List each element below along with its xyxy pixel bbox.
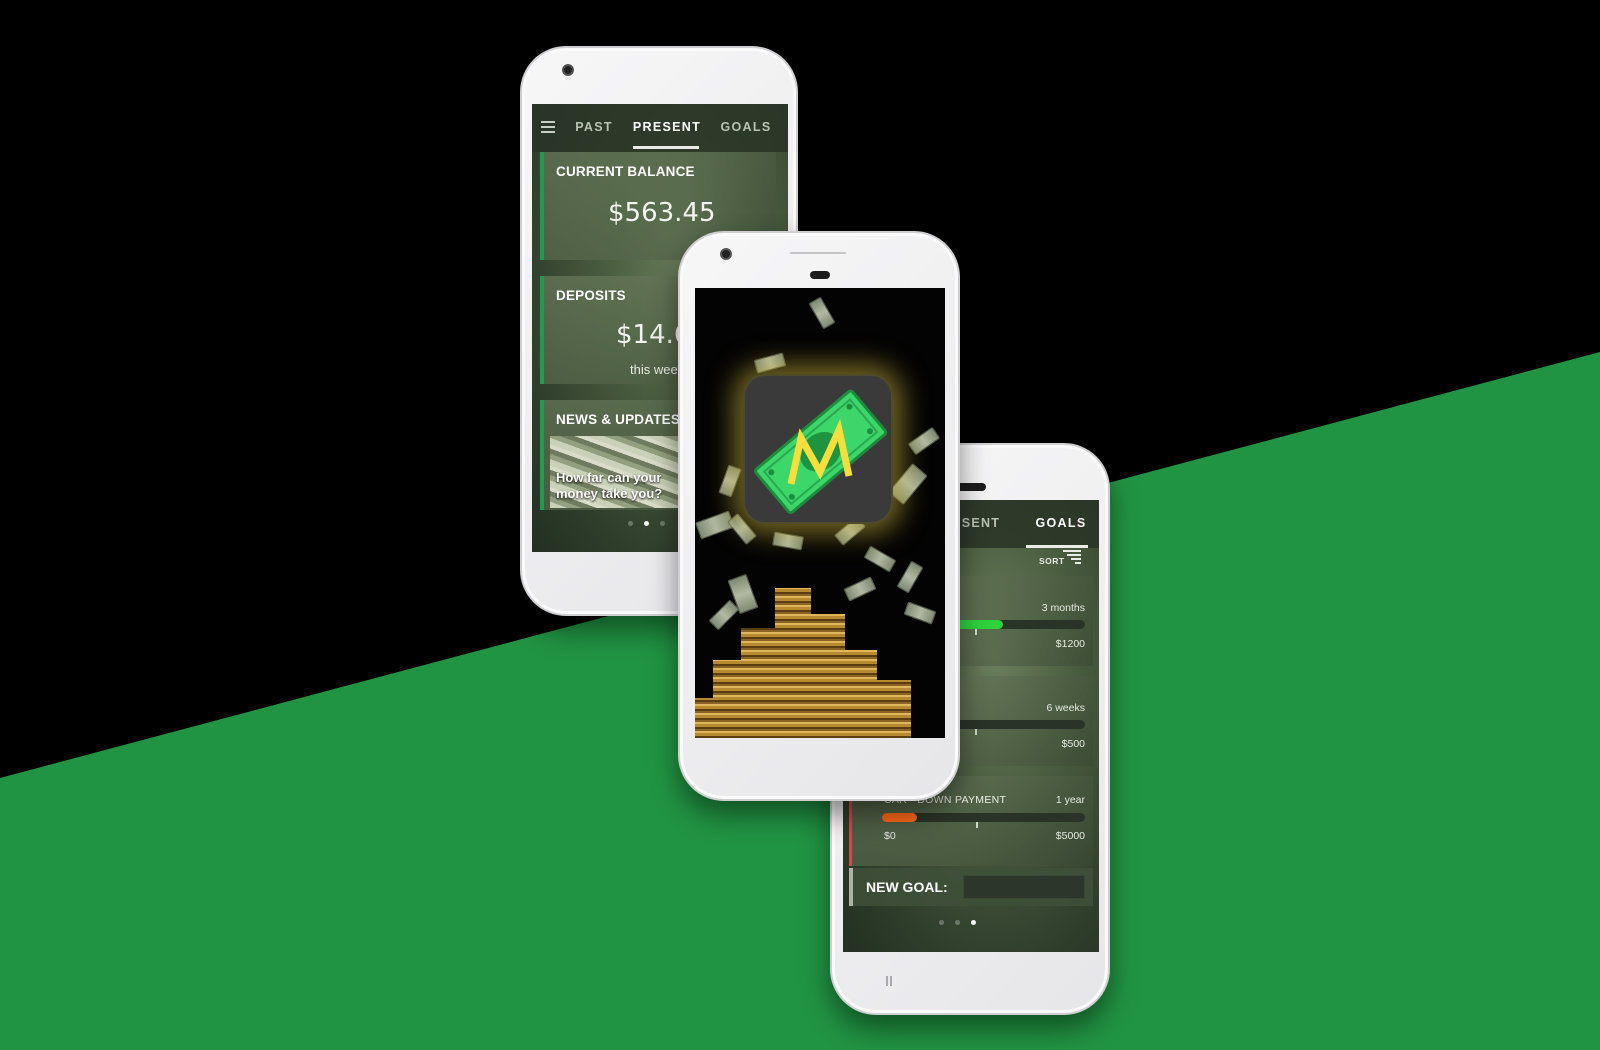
news-caption-line-2: money take you? (556, 486, 663, 501)
page-dot-active (971, 920, 976, 925)
tab-goals[interactable]: GOALS (718, 120, 774, 134)
goal-min-amount: $0 (884, 830, 896, 842)
sort-label[interactable]: SORT (1039, 556, 1065, 566)
phone-splash (678, 231, 960, 801)
page-dot (955, 920, 960, 925)
goal-timeframe: 1 year (1055, 794, 1085, 806)
new-goal-label: NEW GOAL: (866, 879, 948, 895)
goal-timeframe: 6 weeks (1046, 702, 1085, 714)
goal-midpoint-tick (976, 822, 978, 828)
bottom-sensor-icon (886, 976, 892, 986)
tab-bar: PAST PRESENT GOALS (532, 104, 788, 152)
current-balance-value: $563.45 (608, 198, 716, 228)
page-indicator (939, 920, 976, 925)
deposits-period: this wee (630, 362, 678, 377)
front-camera (720, 248, 732, 260)
news-article-caption: How far can your money take you? (556, 470, 662, 502)
tab-present[interactable]: PRESENT (630, 120, 704, 134)
active-tab-indicator (633, 146, 699, 149)
goal-target-amount: $5000 (1055, 830, 1085, 842)
page-dot (660, 521, 665, 526)
money-bill-logo-icon (754, 389, 888, 514)
hamburger-menu-icon[interactable] (541, 121, 555, 133)
goal-progress-fill (882, 813, 917, 822)
page-dot (628, 521, 633, 526)
news-caption-line-1: How far can your (556, 470, 662, 485)
front-camera (562, 64, 574, 76)
coin-stack (871, 680, 911, 738)
speaker-grille (790, 252, 846, 254)
sort-icon[interactable] (1063, 550, 1081, 564)
goal-midpoint-tick (975, 729, 977, 735)
active-tab-indicator (1026, 545, 1088, 548)
page-indicator (628, 521, 665, 526)
news-updates-title: NEWS & UPDATES (556, 412, 681, 427)
goal-progress-bar (882, 813, 1085, 822)
tab-goals[interactable]: GOALS (1033, 516, 1089, 530)
earpiece (956, 483, 986, 491)
new-goal-input[interactable] (963, 875, 1085, 899)
goal-timeframe: 3 months (1041, 602, 1085, 614)
current-balance-title: CURRENT BALANCE (556, 164, 695, 179)
deposits-title: DEPOSITS (556, 288, 626, 303)
tab-past[interactable]: PAST (568, 120, 620, 134)
goal-target-amount: $1200 (1055, 638, 1085, 650)
goal-midpoint-tick (975, 629, 977, 635)
app-logo (743, 374, 893, 524)
earpiece (810, 271, 830, 279)
goal-target-amount: $500 (1061, 738, 1085, 750)
coin-stack (805, 614, 845, 738)
new-goal-row: NEW GOAL: (849, 868, 1093, 906)
page-dot (939, 920, 944, 925)
splash-screen (695, 288, 945, 738)
page-dot-active (644, 521, 649, 526)
coin-stack (695, 698, 721, 738)
